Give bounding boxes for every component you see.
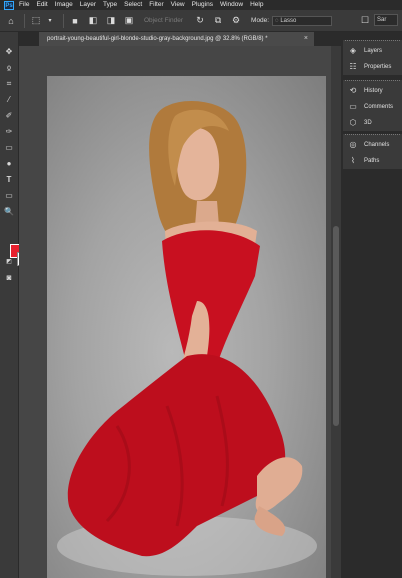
show-objects-icon[interactable]: ⧉ [211, 14, 225, 28]
panel-group-layers: ◈ Layers ☷ Properties [343, 40, 402, 75]
document-tab[interactable]: portrait-young-beautiful-girl-blonde-stu… [39, 32, 314, 46]
gradient-tool-icon[interactable]: ▭ [3, 142, 15, 154]
comments-icon: ▭ [349, 102, 357, 111]
menu-plugins[interactable]: Plugins [192, 0, 213, 10]
object-selection-tool-icon[interactable]: ⬚ [29, 14, 43, 28]
channels-icon: ◎ [349, 140, 357, 149]
type-tool-icon[interactable]: T [3, 174, 15, 186]
rectangle-tool-icon[interactable]: ▭ [3, 190, 15, 202]
menu-image[interactable]: Image [55, 0, 73, 10]
layers-panel-button[interactable]: ◈ Layers [343, 43, 402, 59]
sample-all-layers-field[interactable]: Sar [374, 14, 398, 26]
refresh-icon[interactable]: ↻ [193, 14, 207, 28]
menu-window[interactable]: Window [220, 0, 243, 10]
3d-panel-button[interactable]: ⬡ 3D [343, 115, 402, 131]
brush-tool-icon[interactable]: ✐ [3, 110, 15, 122]
document-canvas-image[interactable] [47, 76, 326, 578]
paths-label: Paths [364, 158, 380, 164]
zoom-tool-icon[interactable]: 🔍 [3, 206, 15, 218]
photoshop-logo: Ps [4, 0, 14, 10]
quick-mask-icon[interactable]: ◙ [3, 272, 15, 284]
mode-label: Mode: [251, 17, 270, 24]
subtract-from-selection-icon[interactable]: ◨ [104, 14, 118, 28]
comments-label: Comments [364, 104, 394, 110]
tools-panel: ✥ ⬚ ჲ ⬚ ⌗ ⊠ ⁄ ✎ ✐ ♙ ✑ ◊ ▭ 💧 ● ✒ T ➚ ▭ ✋ … [0, 32, 35, 578]
move-tool-icon[interactable]: ✥ [3, 46, 15, 58]
canvas-area[interactable] [19, 46, 341, 578]
history-label: History [364, 88, 383, 94]
paths-icon: ⌇ [351, 156, 355, 165]
history-brush-tool-icon[interactable]: ✑ [3, 126, 15, 138]
eyedropper-tool-icon[interactable]: ⁄ [3, 94, 15, 106]
layers-label: Layers [364, 48, 383, 54]
properties-icon: ☷ [349, 62, 357, 71]
scrollbar-thumb[interactable] [333, 226, 339, 426]
home-icon[interactable]: ⌂ [4, 14, 18, 28]
menu-bar: Ps File Edit Image Layer Type Select Fil… [0, 0, 402, 10]
menu-select[interactable]: Select [124, 0, 142, 10]
properties-label: Properties [364, 64, 392, 70]
new-selection-icon[interactable]: ■ [68, 14, 82, 28]
panel-group-channels: ◎ Channels ⌇ Paths [343, 134, 402, 169]
mode-dropdown[interactable]: ◌ Lasso [272, 15, 333, 26]
sample-all-layers-checkbox-icon[interactable]: ☐ [358, 13, 372, 27]
lasso-tool-icon[interactable]: ჲ [3, 62, 15, 74]
channels-panel-button[interactable]: ◎ Channels [343, 137, 402, 153]
chevron-down-icon[interactable]: ▾ [43, 14, 57, 28]
panel-group-history: ⟲ History ▭ Comments ⬡ 3D [343, 80, 402, 131]
dodge-tool-icon[interactable]: ● [3, 158, 15, 170]
layers-icon: ◈ [349, 46, 357, 55]
paths-panel-button[interactable]: ⌇ Paths [343, 153, 402, 169]
channels-label: Channels [364, 142, 390, 148]
3d-icon: ⬡ [349, 118, 357, 127]
3d-label: 3D [364, 120, 372, 126]
properties-panel-button[interactable]: ☷ Properties [343, 59, 402, 75]
history-icon: ⟲ [349, 86, 357, 95]
menu-view[interactable]: View [171, 0, 185, 10]
mode-value: Lasso [280, 17, 297, 24]
add-to-selection-icon[interactable]: ◧ [86, 14, 100, 28]
close-icon[interactable]: × [304, 32, 308, 46]
crop-tool-icon[interactable]: ⌗ [3, 78, 15, 90]
menu-layer[interactable]: Layer [80, 0, 96, 10]
menu-file[interactable]: File [19, 0, 29, 10]
intersect-selection-icon[interactable]: ▣ [122, 14, 136, 28]
object-finder-label[interactable]: Object Finder [144, 17, 183, 24]
vertical-scrollbar[interactable] [331, 46, 341, 578]
document-tab-title: portrait-young-beautiful-girl-blonde-stu… [47, 36, 268, 42]
divider [63, 13, 64, 28]
options-bar: ⌂ ⬚ ▾ ■ ◧ ◨ ▣ Object Finder ↻ ⧉ ⚙ Mode: … [0, 10, 402, 32]
divider [24, 13, 25, 28]
history-panel-button[interactable]: ⟲ History [343, 83, 402, 99]
menu-help[interactable]: Help [250, 0, 263, 10]
menu-filter[interactable]: Filter [149, 0, 163, 10]
document-tab-bar: portrait-young-beautiful-girl-blonde-stu… [19, 32, 341, 46]
menu-type[interactable]: Type [103, 0, 117, 10]
comments-panel-button[interactable]: ▭ Comments [343, 99, 402, 115]
gear-icon[interactable]: ⚙ [229, 14, 243, 28]
default-colors-icon[interactable]: ◩ [3, 256, 15, 268]
portrait-photo [57, 101, 317, 576]
menu-edit[interactable]: Edit [36, 0, 47, 10]
